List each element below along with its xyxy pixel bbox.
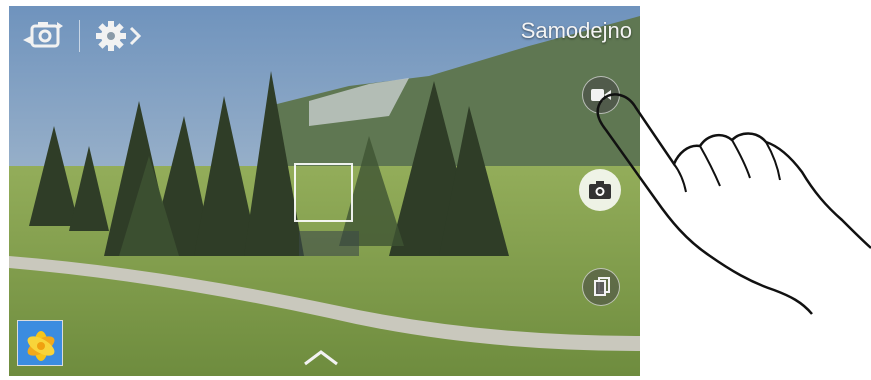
hand-pointer-illustration [596,93,871,315]
settings-icon [96,21,142,51]
gallery-icon [18,321,62,365]
settings-button[interactable] [93,18,149,54]
gallery-thumbnail[interactable] [17,320,63,366]
switch-camera-icon [23,22,63,48]
switch-camera-button[interactable] [17,16,69,56]
expand-panel-button[interactable] [301,346,341,368]
focus-frame [294,163,353,222]
shooting-mode-label[interactable]: Samodejno [521,18,632,44]
camera-viewfinder[interactable]: Samodejno [9,6,640,376]
toolbar-divider [79,20,80,52]
chevron-up-icon [304,350,338,366]
